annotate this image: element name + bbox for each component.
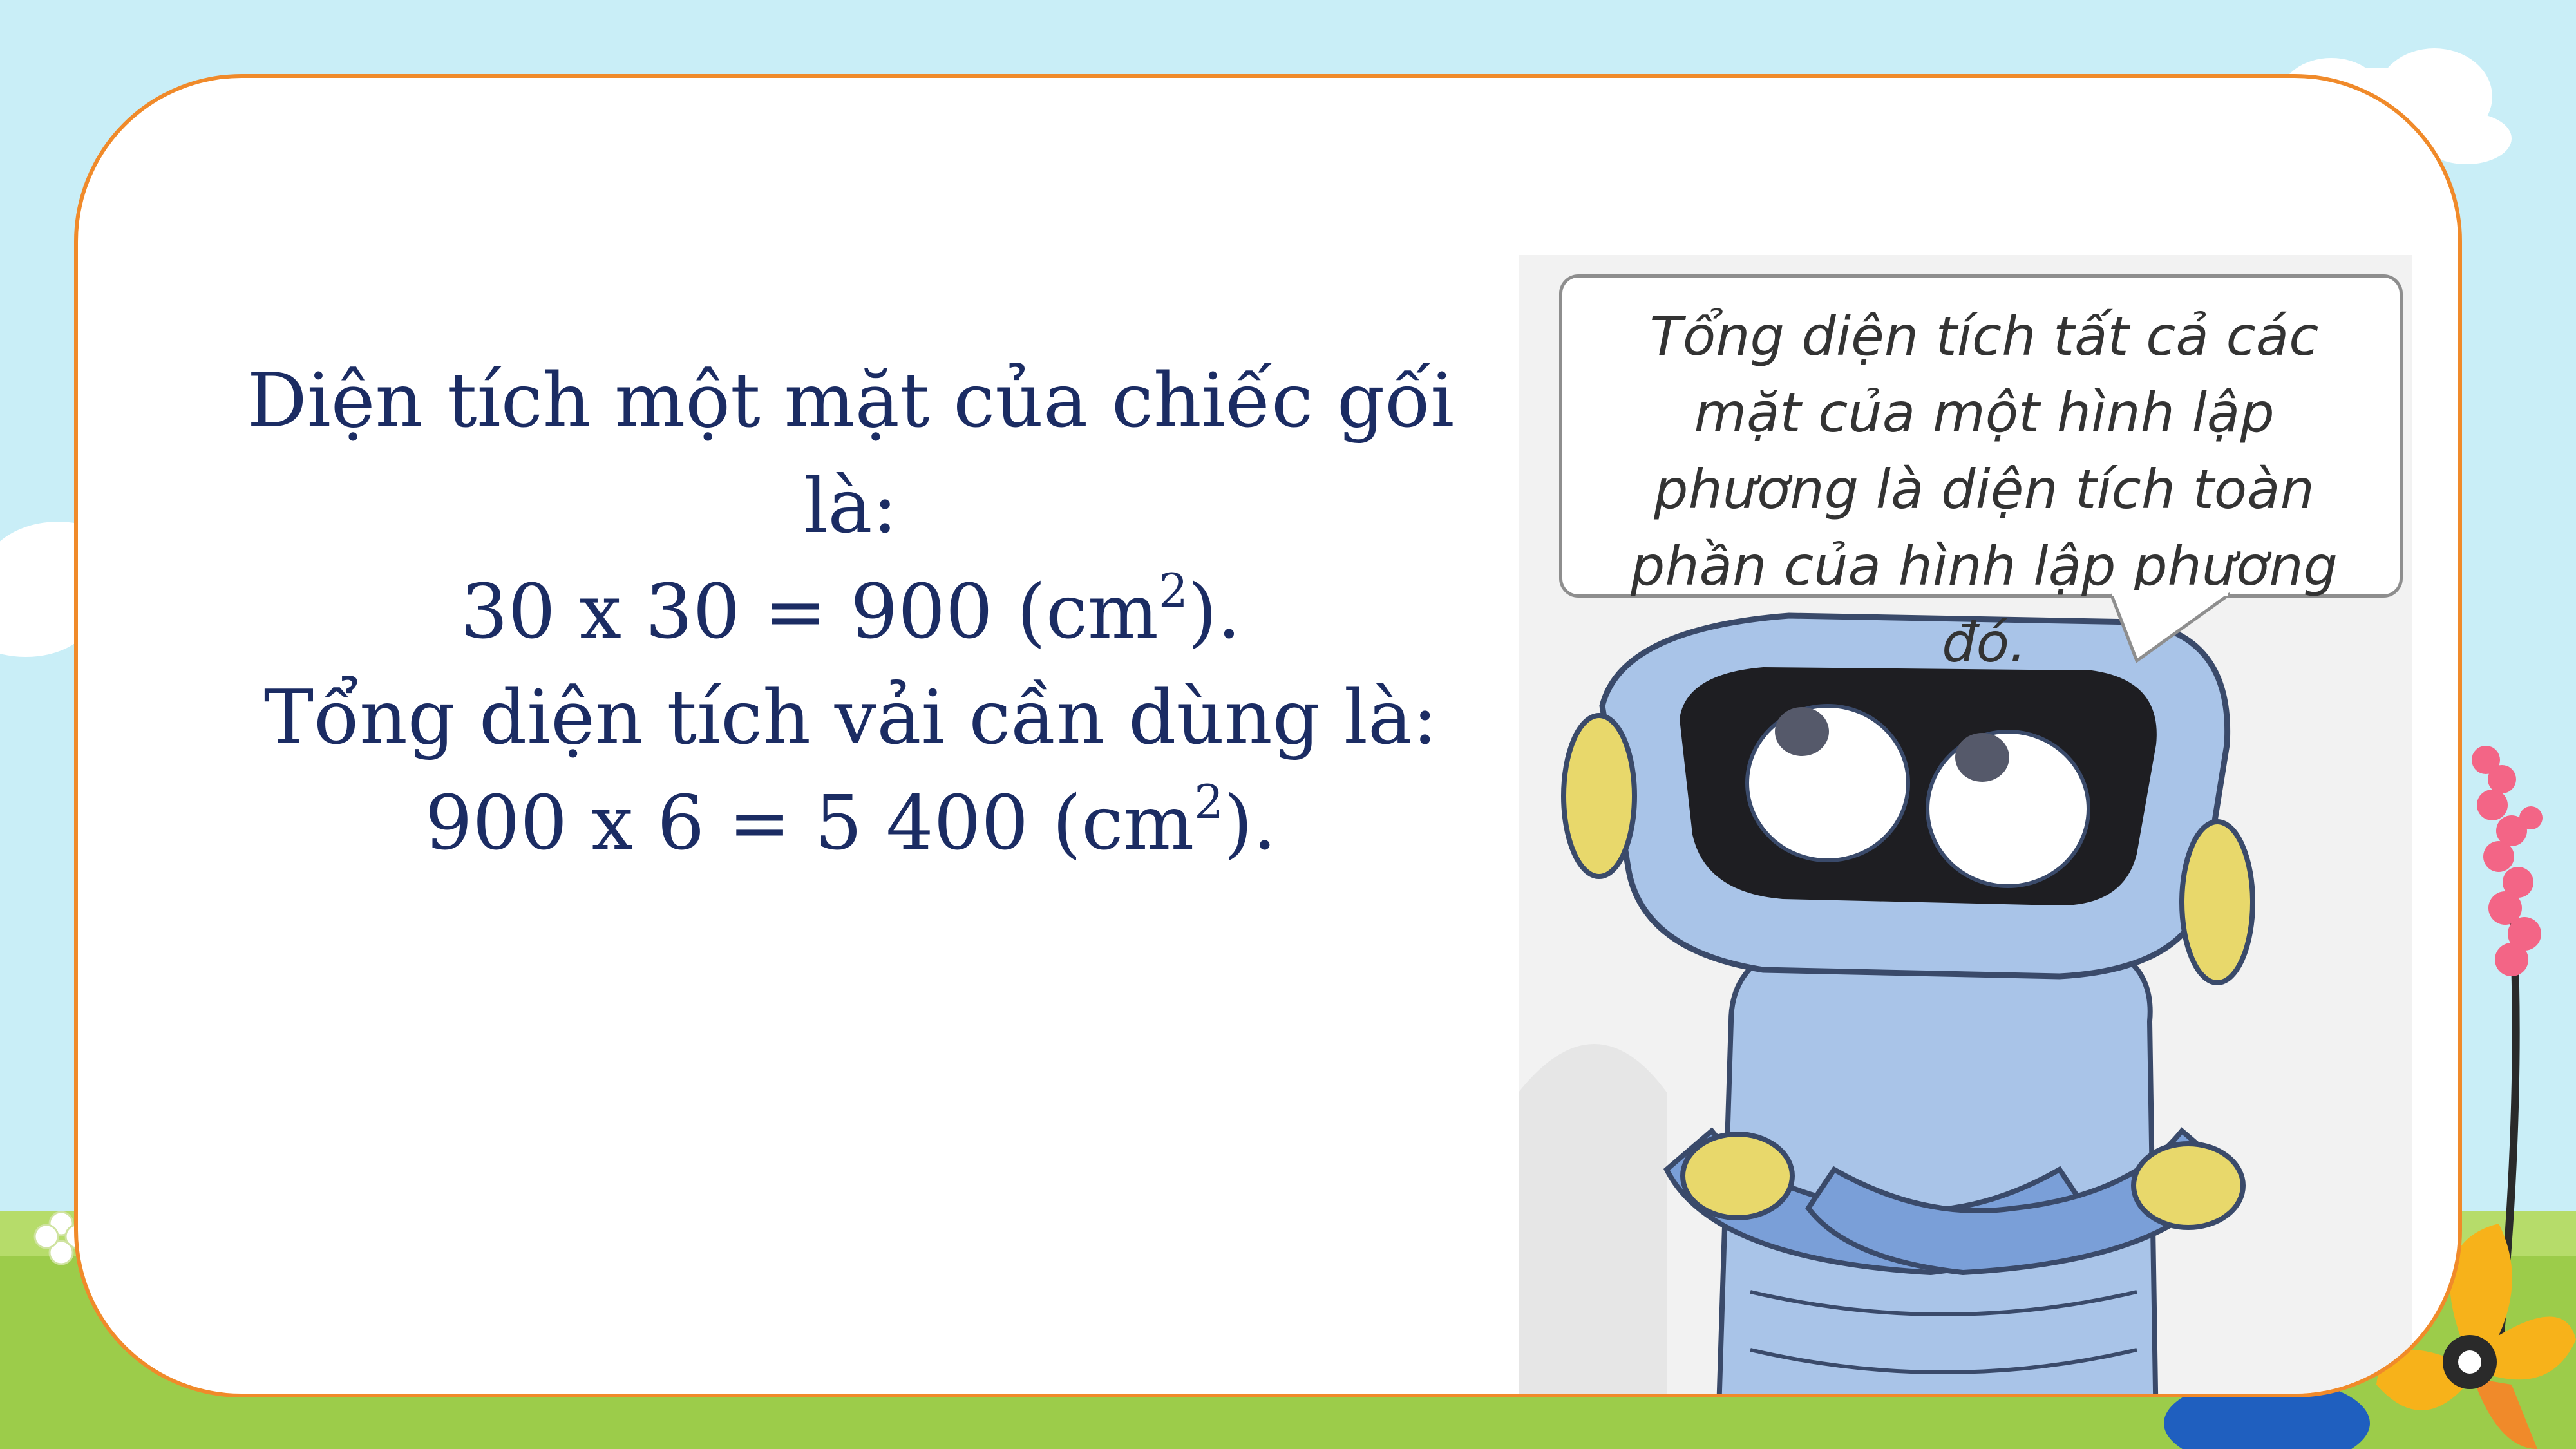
solution-line: Tổng diện tích vải cần dùng là:	[263, 674, 1438, 761]
solution-line: 900 x 6 = 5 400 (cm2).	[424, 775, 1277, 867]
solution-line: Diện tích một mặt của chiếc gối là:	[247, 357, 1455, 550]
robot-illustration: Tổng diện tích tất cả các mặt của một hì…	[1519, 255, 2412, 1394]
superscript: 2	[1158, 564, 1188, 618]
solution-line: 30 x 30 = 900 (cm2).	[460, 564, 1241, 656]
speech-bubble-tail	[2109, 590, 2231, 663]
superscript: 2	[1194, 775, 1224, 829]
solution-text: Diện tích một mặt của chiếc gối là: 30 x…	[194, 348, 1508, 876]
content-card: Diện tích một mặt của chiếc gối là: 30 x…	[74, 74, 2462, 1397]
